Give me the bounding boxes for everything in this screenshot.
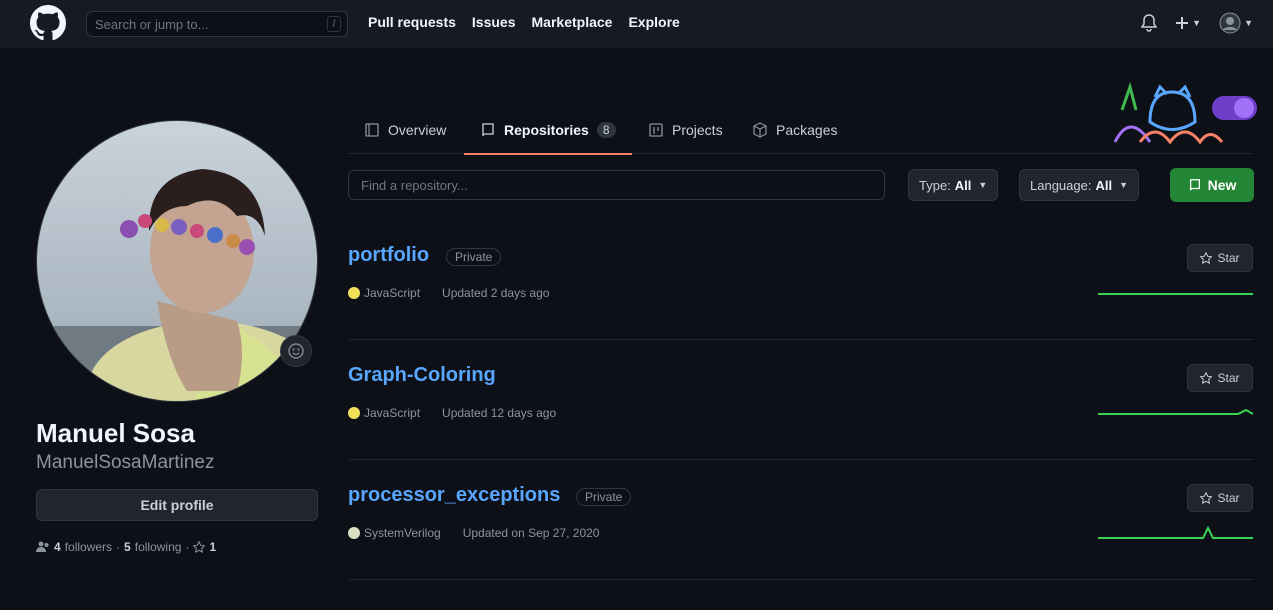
tab-repositories[interactable]: Repositories 8 (464, 106, 631, 155)
chevron-down-icon: ▼ (978, 180, 988, 190)
repo-updated: Updated 2 days ago (442, 286, 550, 300)
star-icon (193, 541, 206, 553)
language-filter-dropdown[interactable]: Language: All ▼ (1019, 169, 1139, 201)
visibility-badge: Private (446, 248, 502, 266)
follow-stats: 4 followers · 5 following · 1 (36, 540, 216, 554)
repo-list-item: processor_exceptions Private SystemVeril… (348, 460, 1253, 580)
chevron-down-icon: ▼ (1244, 18, 1253, 28)
profile-name: Manuel Sosa (36, 418, 195, 448)
activity-sparkline (1098, 525, 1253, 539)
nav-pull-requests[interactable]: Pull requests (368, 14, 456, 30)
chevron-down-icon: ▼ (1119, 180, 1128, 190)
followers-count[interactable]: 4 (54, 540, 61, 554)
activity-sparkline (1098, 293, 1253, 295)
tab-projects[interactable]: Projects (648, 106, 723, 154)
star-button[interactable]: Star (1187, 364, 1253, 392)
edit-profile-button[interactable]: Edit profile (36, 489, 318, 521)
repo-name-link[interactable]: processor_exceptions (348, 484, 560, 507)
star-label: Star (1217, 251, 1240, 265)
header-actions: ▼ ▼ (1141, 12, 1253, 34)
activity-sparkline (1098, 408, 1253, 415)
repo-name-link[interactable]: Graph-Coloring (348, 364, 496, 387)
repo-language: JavaScript (364, 406, 421, 420)
user-menu-dropdown[interactable]: ▼ (1219, 12, 1253, 34)
repo-meta: JavaScript Updated 12 days ago (348, 406, 556, 420)
nav-marketplace[interactable]: Marketplace (532, 14, 613, 30)
language-color-dot (348, 407, 360, 419)
star-label: Star (1217, 371, 1240, 385)
tab-packages[interactable]: Packages (752, 106, 837, 154)
star-label: Star (1217, 491, 1240, 505)
repo-list-item: portfolio Private JavaScript Updated 2 d… (348, 220, 1253, 340)
star-icon (1200, 492, 1213, 504)
type-filter-dropdown[interactable]: Type: All ▼ (908, 169, 999, 201)
book-icon (365, 123, 379, 137)
repo-name-link[interactable]: portfolio (348, 244, 429, 267)
user-avatar-small-icon (1219, 12, 1241, 34)
language-filter-value: All (1095, 177, 1113, 193)
new-repository-label: New (1207, 177, 1237, 193)
nav-explore[interactable]: Explore (628, 14, 679, 30)
search-shortcut-hint: / (327, 16, 341, 32)
star-button[interactable]: Star (1187, 484, 1253, 512)
tab-overview-label: Overview (388, 122, 447, 138)
tab-overview[interactable]: Overview (364, 106, 446, 154)
language-filter-label: Language: (1030, 177, 1092, 193)
repo-language: SystemVerilog (364, 526, 441, 540)
following-count[interactable]: 5 (124, 540, 131, 554)
people-icon (36, 541, 49, 552)
tab-repositories-label: Repositories (504, 122, 589, 138)
search-placeholder: Search or jump to... (95, 16, 209, 32)
following-label[interactable]: following (135, 540, 182, 554)
star-button[interactable]: Star (1187, 244, 1253, 272)
profile-avatar[interactable] (36, 120, 318, 402)
type-filter-value: All (954, 177, 972, 193)
profile-username: ManuelSosaMartinez (36, 452, 215, 473)
language-color-dot (348, 527, 360, 539)
repo-meta: JavaScript Updated 2 days ago (348, 286, 549, 300)
stars-count[interactable]: 1 (209, 540, 216, 554)
visibility-badge: Private (576, 488, 632, 506)
new-repository-button[interactable]: New (1170, 168, 1254, 202)
find-repository-input[interactable]: Find a repository... (348, 170, 885, 200)
star-icon (1200, 372, 1213, 384)
nav-issues[interactable]: Issues (472, 14, 516, 30)
find-repository-placeholder: Find a repository... (361, 177, 468, 193)
repo-icon (1189, 179, 1200, 191)
top-header: Search or jump to... / Pull requests Iss… (0, 0, 1273, 48)
feature-preview-illustration (1113, 82, 1257, 145)
repo-updated: Updated 12 days ago (442, 406, 557, 420)
language-color-dot (348, 287, 360, 299)
tab-packages-label: Packages (776, 122, 838, 138)
notifications-bell-icon[interactable] (1141, 14, 1158, 32)
repo-icon (482, 123, 494, 137)
repo-meta: SystemVerilog Updated on Sep 27, 2020 (348, 526, 599, 540)
repo-updated: Updated on Sep 27, 2020 (462, 526, 600, 540)
tab-projects-label: Projects (672, 122, 723, 138)
star-icon (1200, 252, 1213, 264)
type-filter-label: Type: (919, 177, 951, 193)
create-new-dropdown[interactable]: ▼ (1175, 16, 1201, 30)
set-status-button[interactable] (280, 335, 312, 367)
repo-list-item: Graph-Coloring JavaScript Updated 12 day… (348, 340, 1253, 460)
package-icon (753, 122, 767, 138)
followers-label[interactable]: followers (65, 540, 112, 554)
search-input[interactable]: Search or jump to... / (86, 11, 348, 37)
repositories-count-badge: 8 (596, 122, 616, 138)
global-nav: Pull requests Issues Marketplace Explore (368, 14, 680, 30)
smiley-icon (288, 343, 304, 359)
repo-language: JavaScript (364, 286, 421, 300)
project-icon (649, 123, 663, 137)
chevron-down-icon: ▼ (1192, 18, 1202, 28)
github-logo-icon[interactable] (30, 5, 66, 41)
plus-icon (1176, 17, 1189, 29)
